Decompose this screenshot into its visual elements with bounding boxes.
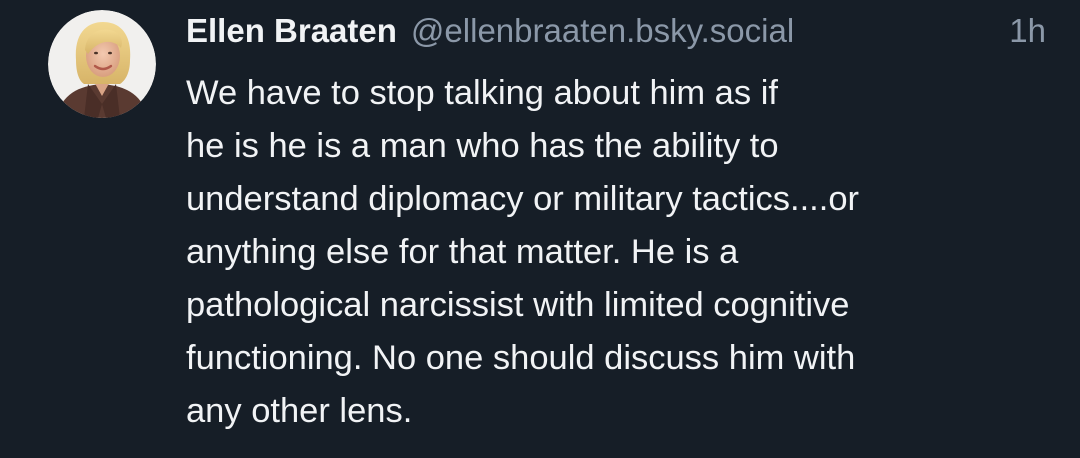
- post-text-line: he is he is a man who has the ability to: [186, 127, 779, 165]
- post-header: Ellen Braaten @ellenbraaten.bsky.social …: [186, 12, 1046, 56]
- author-avatar[interactable]: [48, 10, 156, 118]
- post-text-line: understand diplomacy or military tactics…: [186, 180, 860, 218]
- post-text-line: functioning. No one should discuss him w…: [186, 339, 856, 377]
- post[interactable]: Ellen Braaten @ellenbraaten.bsky.social …: [0, 0, 1080, 458]
- post-text-line: pathological narcissist with limited cog…: [186, 286, 850, 324]
- post-text-line: anything else for that matter. He is a: [186, 233, 739, 271]
- author-display-name[interactable]: Ellen Braaten: [186, 12, 397, 50]
- post-timestamp[interactable]: 1h: [1009, 12, 1046, 50]
- profile-photo-icon: [48, 10, 156, 118]
- post-text-line: any other lens.: [186, 392, 413, 430]
- post-text-line: We have to stop talking about him as if: [186, 74, 778, 112]
- post-text: We have to stop talking about him as if …: [186, 67, 1066, 438]
- author-handle[interactable]: @ellenbraaten.bsky.social: [411, 12, 794, 50]
